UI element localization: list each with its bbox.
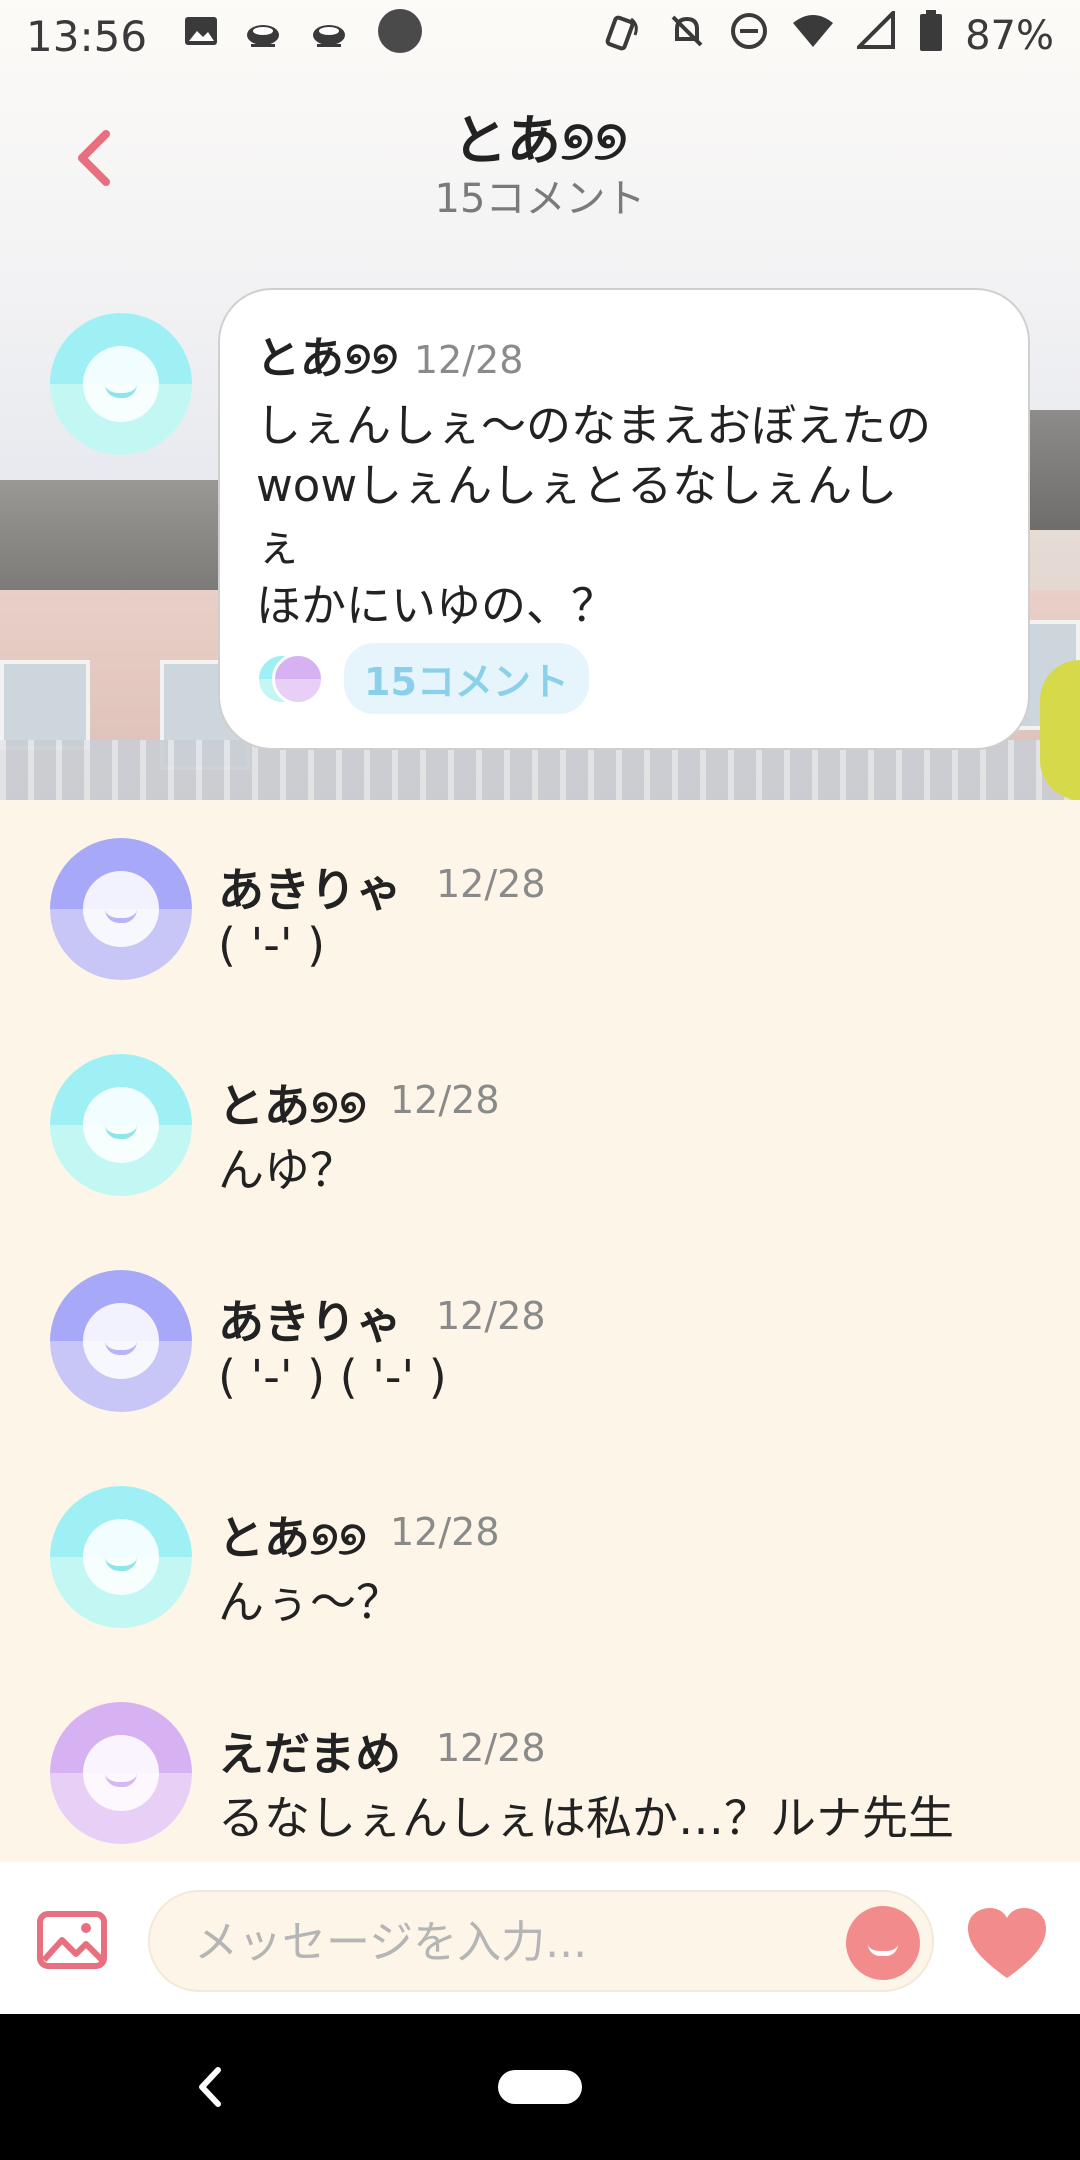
comment-date: 12/28 <box>390 1078 500 1122</box>
cup-icon <box>311 13 351 59</box>
smile-icon <box>868 1944 898 1956</box>
bell-off-icon <box>667 11 707 61</box>
avatar[interactable] <box>50 838 192 980</box>
emoji-button[interactable] <box>846 1906 920 1980</box>
nfc-icon <box>605 11 645 61</box>
list-item[interactable]: とあ୭୭ 12/28 んゆ？ <box>0 1054 1080 1270</box>
comment-author: あきりゃ <box>218 863 402 917</box>
signal-icon <box>854 8 897 61</box>
battery-percent: 87% <box>965 13 1054 59</box>
comment-author: あきりゃ <box>218 1295 402 1349</box>
list-item[interactable]: とあ୭୭ 12/28 んぅ〜？ <box>0 1486 1080 1702</box>
dot-icon <box>377 8 423 64</box>
image-button[interactable] <box>36 1910 108 1970</box>
message-input[interactable] <box>194 1912 794 1972</box>
list-item[interactable]: あきりゃ 12/28 ( '-' ) <box>0 838 1080 1054</box>
comment-author: えだまめ <box>218 1727 402 1781</box>
post-author: とあ୭୭ <box>256 333 398 384</box>
battery-icon <box>919 10 943 62</box>
post-text: しぇんしぇ〜のなまえおぼえたの wowしぇんしぇとるなしぇんし ぇ ほかにいゆの… <box>256 399 932 632</box>
nav-back-button[interactable] <box>190 2062 230 2112</box>
page-title: とあ୭୭ <box>452 109 628 172</box>
image-icon <box>37 1911 107 1969</box>
wifi-icon <box>791 11 835 61</box>
avatar[interactable] <box>50 1270 192 1412</box>
avatar[interactable] <box>50 313 192 455</box>
comment-date: 12/28 <box>436 1294 546 1338</box>
avatar[interactable] <box>50 1054 192 1196</box>
list-item[interactable]: あきりゃ 12/28 ( '-' ) ( '-' ) <box>0 1270 1080 1486</box>
like-button[interactable] <box>966 1908 1048 1980</box>
status-bar: 13:56 87% <box>0 0 1080 72</box>
back-icon <box>199 2067 221 2107</box>
comment-text: ( '-' ) ( '-' ) <box>218 1350 447 1404</box>
message-input-container <box>148 1890 934 1992</box>
post-date: 12/28 <box>413 338 524 382</box>
comment-count: 15コメント <box>434 176 646 222</box>
cup-icon <box>245 13 285 59</box>
comment-date: 12/28 <box>390 1510 500 1554</box>
post-bubble[interactable]: とあ୭୭ 12/28 しぇんしぇ〜のなまえおぼえたの wowしぇんしぇとるなしぇ… <box>218 288 1030 750</box>
list-item[interactable]: えだまめ 12/28 るなしぇんしぇは私か…？ルナ先生 <box>0 1702 1080 1862</box>
nav-home-button[interactable] <box>498 2070 582 2104</box>
comment-date: 12/28 <box>436 1726 546 1770</box>
status-time: 13:56 <box>26 11 148 61</box>
comment-text: んゆ？ <box>218 1143 356 1197</box>
comment-author: とあ୭୭ <box>218 1079 367 1133</box>
comment-text: ( '-' ) <box>218 918 326 972</box>
avatar[interactable] <box>50 1486 192 1628</box>
image-icon <box>183 13 219 59</box>
participant-avatar <box>272 652 324 705</box>
avatar[interactable] <box>50 1702 192 1844</box>
comment-date: 12/28 <box>436 862 546 906</box>
heart-icon <box>968 1908 1046 1978</box>
comment-text: るなしぇんしぇは私か…？ルナ先生 <box>218 1791 954 1845</box>
message-input-bar <box>0 1862 1080 2014</box>
top-header: とあ୭୭ 15コメント <box>0 80 1080 230</box>
system-nav-bar <box>0 2014 1080 2160</box>
comments-pill[interactable]: 15コメント <box>344 643 589 714</box>
dnd-icon <box>729 11 769 61</box>
comment-text: んぅ〜？ <box>218 1575 402 1629</box>
comment-author: とあ୭୭ <box>218 1511 367 1565</box>
